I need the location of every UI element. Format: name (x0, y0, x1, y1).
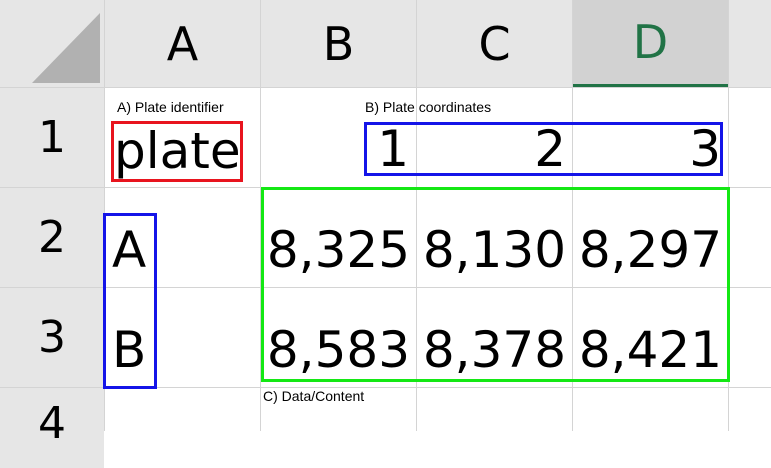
row-header-1[interactable]: 1 (0, 88, 104, 187)
column-header-c[interactable]: C (417, 0, 572, 87)
plate-coordinates-box (364, 122, 723, 176)
spreadsheet-grid: A B C D 1 2 3 4 plate 1 2 3 A 8,325 8,13… (0, 0, 771, 468)
column-header-e-partial[interactable] (729, 0, 771, 87)
row-header-4[interactable]: 4 (0, 388, 104, 468)
plate-identifier-box (111, 121, 243, 182)
data-content-box (261, 187, 730, 382)
row-coordinates-box (103, 213, 157, 389)
data-content-label: C) Data/Content (263, 388, 365, 404)
column-header-d[interactable]: D (573, 0, 728, 87)
row-header-3[interactable]: 3 (0, 288, 104, 387)
column-header-b[interactable]: B (261, 0, 416, 87)
select-all-button[interactable] (0, 0, 104, 87)
row-header-2[interactable]: 2 (0, 188, 104, 287)
plate-identifier-label: A) Plate identifier (117, 99, 224, 115)
column-header-a[interactable]: A (105, 0, 260, 87)
select-all-triangle-icon (32, 13, 100, 83)
plate-coordinates-label: B) Plate coordinates (365, 99, 492, 115)
grid-line (0, 87, 771, 88)
